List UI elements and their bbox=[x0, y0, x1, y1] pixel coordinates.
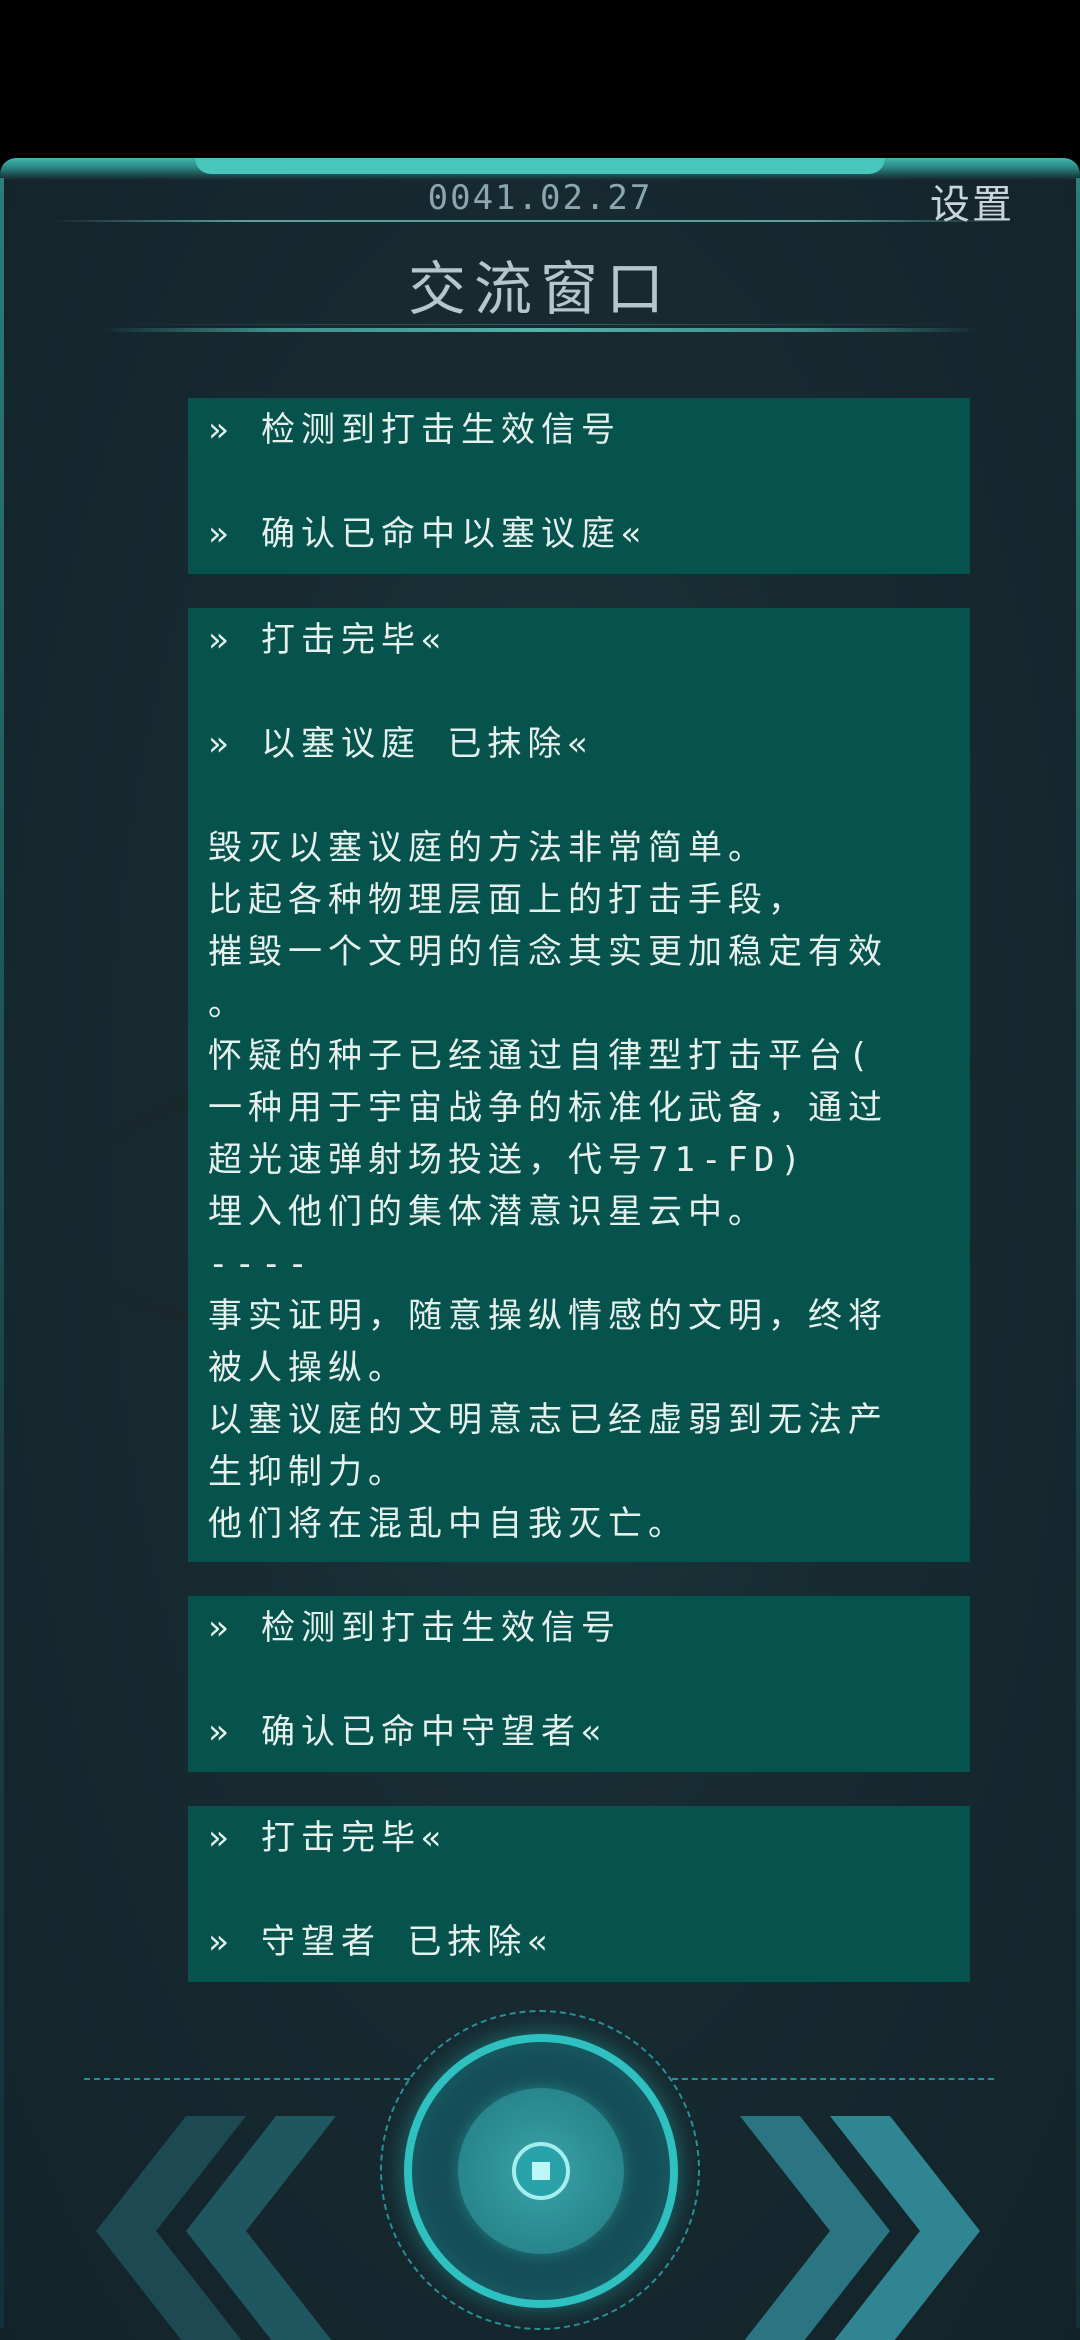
message-line: 事实证明，随意操纵情感的文明，终将 bbox=[208, 1296, 888, 1336]
message-line: 以塞议庭的文明意志已经虚弱到无法产 bbox=[208, 1400, 888, 1440]
nav-dashed-line-left bbox=[84, 2078, 410, 2080]
date-label: 0041.02.27 bbox=[427, 178, 653, 218]
title-underline bbox=[100, 328, 980, 332]
message-line: 生抑制力。 bbox=[208, 1452, 408, 1492]
message-line: » 检测到打击生效信号 bbox=[208, 410, 621, 450]
message-line: » 确认已命中以塞议庭« bbox=[208, 514, 648, 554]
dial-center-square bbox=[532, 2162, 550, 2180]
message-card: » 检测到打击生效信号 » 确认已命中守望者« bbox=[188, 1596, 970, 1772]
message-line bbox=[208, 456, 950, 508]
message-line: 埋入他们的集体潜意识星云中。 bbox=[208, 1192, 768, 1232]
message-line bbox=[208, 1654, 950, 1706]
message-line bbox=[208, 666, 950, 718]
next-button[interactable] bbox=[740, 2116, 980, 2340]
message-line: 比起各种物理层面上的打击手段， bbox=[208, 880, 808, 920]
message-line: 摧毁一个文明的信念其实更加稳定有效 bbox=[208, 932, 888, 972]
message-line: » 守望者 已抹除« bbox=[208, 1922, 554, 1962]
message-line: 毁灭以塞议庭的方法非常简单。 bbox=[208, 828, 768, 868]
header-divider bbox=[50, 220, 1010, 222]
prev-button[interactable] bbox=[96, 2116, 336, 2340]
message-card: » 打击完毕« » 守望者 已抹除« bbox=[188, 1806, 970, 1982]
message-line bbox=[208, 1864, 950, 1916]
message-line: 被人操纵。 bbox=[208, 1348, 408, 1388]
double-chevron-right-icon bbox=[740, 2116, 980, 2340]
message-line: » 以塞议庭 已抹除« bbox=[208, 724, 594, 764]
message-line: 超光速弹射场投送，代号71-FD) bbox=[208, 1140, 807, 1180]
frame-top-tab bbox=[195, 158, 885, 174]
message-line: ---- bbox=[208, 1244, 314, 1284]
communication-frame: 0041.02.27 设置 交流窗口 » 检测到打击生效信号 » 确认已命中以塞… bbox=[0, 158, 1080, 2340]
double-chevron-left-icon bbox=[96, 2116, 336, 2340]
title-underline-highlight bbox=[100, 324, 980, 325]
message-line: 他们将在混乱中自我灭亡。 bbox=[208, 1504, 688, 1544]
message-line: » 检测到打击生效信号 bbox=[208, 1608, 621, 1648]
message-card: » 检测到打击生效信号 » 确认已命中以塞议庭« bbox=[188, 398, 970, 574]
message-line: » 确认已命中守望者« bbox=[208, 1712, 608, 1752]
message-line: 一种用于宇宙战争的标准化武备，通过 bbox=[208, 1088, 888, 1128]
status-bar bbox=[0, 0, 1080, 160]
message-line: 怀疑的种子已经通过自律型打击平台( bbox=[208, 1036, 875, 1076]
message-card: » 打击完毕« » 以塞议庭 已抹除« 毁灭以塞议庭的方法非常简单。 比起各种物… bbox=[188, 608, 970, 1562]
app-screen: 0041.02.27 设置 交流窗口 » 检测到打击生效信号 » 确认已命中以塞… bbox=[0, 0, 1080, 2340]
page-title: 交流窗口 bbox=[407, 255, 672, 323]
message-line bbox=[208, 770, 950, 822]
message-line: 。 bbox=[208, 984, 248, 1024]
message-line: » 打击完毕« bbox=[208, 1818, 448, 1858]
nav-dashed-line-right bbox=[672, 2078, 994, 2080]
message-line: » 打击完毕« bbox=[208, 620, 448, 660]
frame-right-edge bbox=[1076, 178, 1080, 2328]
frame-left-edge bbox=[0, 178, 4, 2328]
